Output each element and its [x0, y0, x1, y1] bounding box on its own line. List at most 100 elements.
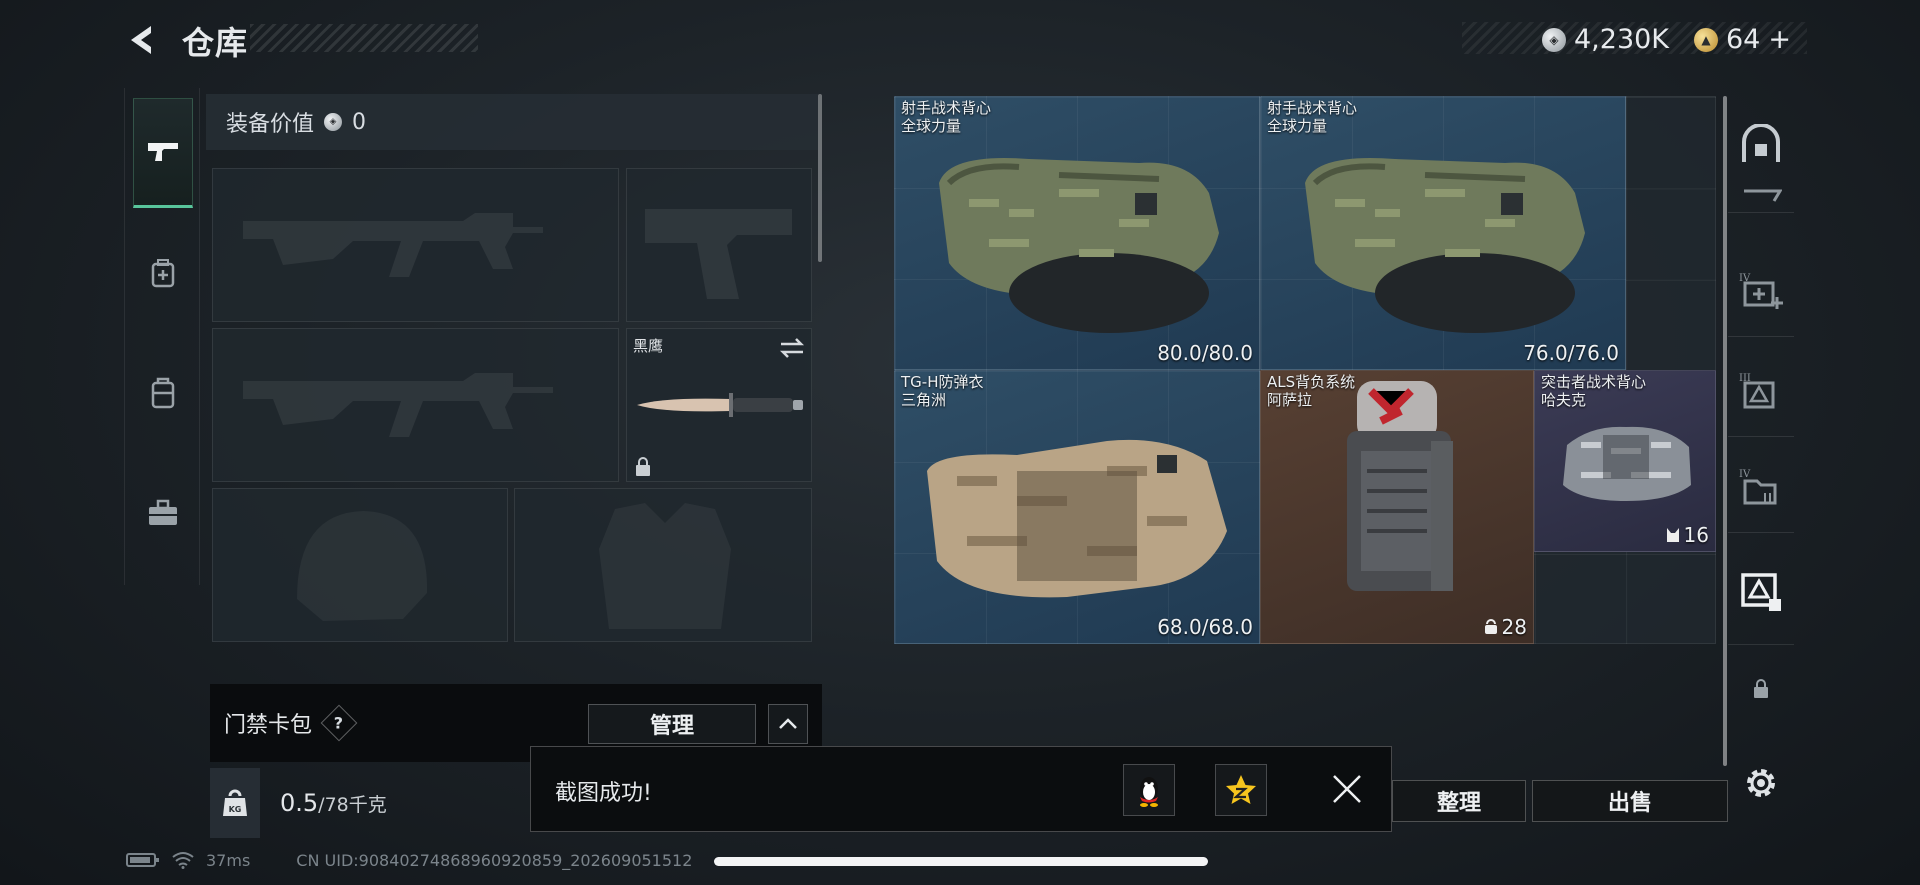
- battery-icon: [126, 853, 159, 867]
- stash-item-rig[interactable]: 突击者战术背心 哈夫克 16: [1534, 370, 1716, 552]
- expand-button[interactable]: [768, 704, 808, 744]
- item-name: ALS背负系统 阿萨拉: [1267, 373, 1355, 409]
- pistol-slot[interactable]: [626, 168, 812, 322]
- help-icon[interactable]: ?: [320, 704, 358, 742]
- item-name: 突击者战术背心 哈夫克: [1541, 373, 1646, 409]
- medical-expansion-icon: IV: [1739, 273, 1783, 309]
- help-mark: ?: [334, 713, 344, 733]
- medkit-icon: [151, 259, 175, 288]
- left-category-nav: [124, 88, 200, 585]
- stash-item-vest[interactable]: 射手战术背心 全球力量 76.0/76.0: [1260, 96, 1626, 370]
- knife-icon: [637, 393, 803, 417]
- lock-icon: [1754, 679, 1768, 698]
- item-name: 射手战术背心 全球力量: [901, 99, 991, 135]
- rifle-silhouette-icon: [243, 373, 553, 437]
- toast-message: 截图成功!: [555, 781, 652, 806]
- stash-tab-iv-a[interactable]: IV: [1736, 266, 1786, 316]
- item-value-text: 76.0/76.0: [1523, 341, 1619, 365]
- item-title: 射手战术背心: [1267, 99, 1358, 117]
- back-button[interactable]: [122, 20, 164, 60]
- stash-tab-selected[interactable]: [1736, 566, 1786, 616]
- vest-silhouette-icon: [599, 503, 731, 629]
- capacity-icon: [1666, 528, 1679, 542]
- triangle-expansion-icon: III: [1739, 373, 1775, 409]
- item-value: 76.0/76.0: [1523, 341, 1619, 365]
- gear-icon: [1747, 769, 1775, 797]
- loadout-scrollbar[interactable]: [818, 94, 822, 262]
- item-value-text: 16: [1683, 523, 1709, 547]
- backpack-icon: [151, 377, 175, 409]
- silver-coin-icon: ◈: [324, 113, 343, 131]
- stash-tab-partial[interactable]: [1742, 188, 1783, 202]
- nav-toolbox[interactable]: [133, 458, 193, 568]
- manage-button[interactable]: 管理: [588, 704, 756, 744]
- vest-image: [1275, 123, 1615, 337]
- nav-backpack[interactable]: [133, 338, 193, 448]
- gold-currency[interactable]: ▲ 64 +: [1694, 24, 1791, 55]
- melee-label: 黑鹰: [633, 337, 664, 355]
- wifi-icon: [172, 852, 194, 869]
- nav-weapons[interactable]: [133, 98, 193, 208]
- helmet-silhouette-icon: [297, 511, 428, 621]
- add-gold-button[interactable]: +: [1768, 24, 1791, 55]
- weight-icon: KG: [210, 768, 260, 838]
- folder-expansion-icon: IV: [1739, 469, 1777, 505]
- secondary-weapon-slot[interactable]: [212, 328, 619, 482]
- armor-image: [907, 411, 1247, 635]
- item-value: 28: [1484, 615, 1527, 639]
- screenshot-toast: 截图成功!: [530, 746, 1392, 832]
- body-armor-slot[interactable]: [514, 488, 812, 642]
- helmet-slot[interactable]: [212, 488, 508, 642]
- item-value-text: 28: [1501, 615, 1527, 639]
- ping-text: 37ms: [206, 850, 251, 870]
- gold-value: 64: [1726, 24, 1761, 55]
- rig-image: [1551, 405, 1701, 519]
- share-qq-button[interactable]: [1123, 764, 1175, 816]
- sell-button[interactable]: 出售: [1532, 780, 1728, 822]
- vest-image: [909, 123, 1249, 337]
- right-stash-nav: IV III IV: [1728, 96, 1794, 836]
- close-button[interactable]: [1327, 769, 1367, 809]
- stash-item-vest[interactable]: 射手战术背心 全球力量 80.0/80.0: [894, 96, 1260, 370]
- swap-icon[interactable]: [779, 337, 805, 359]
- stash-scrollbar[interactable]: [1723, 96, 1727, 766]
- locked-triangle-expansion-icon: [1741, 573, 1781, 611]
- item-value: 80.0/80.0: [1157, 341, 1253, 365]
- item-title: ALS背负系统: [1267, 373, 1356, 391]
- divider: [1728, 212, 1794, 213]
- pistol-silhouette-icon: [645, 209, 792, 299]
- stash-tab-main[interactable]: [1736, 120, 1786, 170]
- home-indicator[interactable]: [714, 857, 1208, 866]
- stash-tab-locked[interactable]: [1736, 664, 1786, 714]
- weight-current: 0.5: [280, 789, 319, 817]
- item-value-text: 68.0/68.0: [1157, 615, 1253, 639]
- divider: [1728, 336, 1794, 337]
- weight-text: 0.5/78千克: [260, 789, 387, 817]
- title-decoration: [250, 24, 478, 52]
- silver-currency: ◈ 4,230K: [1542, 24, 1669, 55]
- share-qzone-button[interactable]: [1215, 764, 1267, 816]
- primary-weapon-slot[interactable]: [212, 168, 619, 322]
- divider: [1728, 644, 1794, 645]
- settings-button[interactable]: [1736, 758, 1786, 808]
- lock-icon: [636, 457, 650, 476]
- stash-tab-iii[interactable]: III: [1736, 366, 1786, 416]
- divider: [1728, 436, 1794, 437]
- item-name: 射手战术背心 全球力量: [1267, 99, 1357, 135]
- status-line: 37ms CN UID:908402748689609208​59_202609…: [126, 848, 692, 872]
- gold-coin-icon: ▲: [1694, 27, 1718, 52]
- sort-button[interactable]: 整理: [1392, 780, 1526, 822]
- stash-item-backpack[interactable]: ALS背负系统 阿萨拉 28: [1260, 370, 1534, 644]
- svg-text:IV: IV: [1739, 469, 1751, 480]
- backpack-image: [1311, 371, 1491, 635]
- capacity-icon: [1484, 619, 1497, 634]
- qq-penguin-icon: [1140, 777, 1158, 807]
- equip-value-bar: 装备价值 ◈ 0: [206, 94, 818, 150]
- access-card-label: 门禁卡包: [224, 713, 313, 738]
- stash-item-armor[interactable]: TG-H防弹衣 三角洲 68.0/68.0: [894, 370, 1260, 644]
- item-title: 突击者战术背心: [1541, 373, 1647, 391]
- stash-tab-iv-b[interactable]: IV: [1736, 462, 1786, 512]
- nav-medical[interactable]: [133, 218, 193, 328]
- uid-text: CN UID:908402748689609208​59_20260905151…: [296, 850, 693, 870]
- melee-slot[interactable]: 黑鹰: [626, 328, 812, 482]
